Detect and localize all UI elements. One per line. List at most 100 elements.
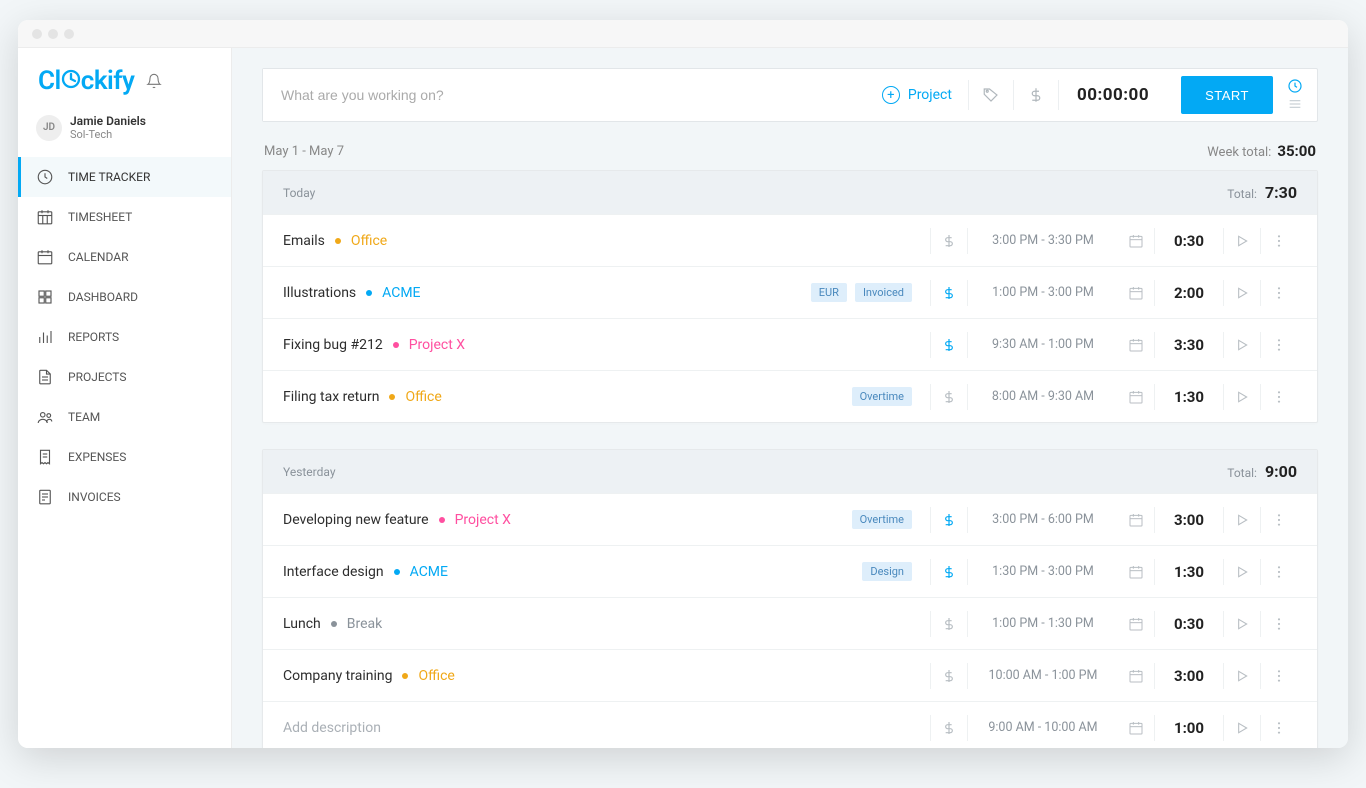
traffic-light-close[interactable] xyxy=(32,29,42,39)
sidebar-item-time-tracker[interactable]: TIME TRACKER xyxy=(18,157,231,197)
tag-icon[interactable] xyxy=(969,86,1013,104)
time-entry[interactable]: Add description 9:00 AM - 10:00 AM 1:00 xyxy=(263,701,1317,748)
entry-time-range[interactable]: 9:00 AM - 10:00 AM xyxy=(968,720,1118,735)
date-picker-icon[interactable] xyxy=(1118,512,1154,528)
entry-duration[interactable]: 3:00 xyxy=(1155,511,1223,529)
entry-description-placeholder[interactable]: Add description xyxy=(283,720,381,736)
tracker-input[interactable] xyxy=(263,69,866,121)
billable-icon[interactable] xyxy=(931,389,967,405)
play-icon[interactable] xyxy=(1224,720,1260,736)
time-entry[interactable]: Emails Office 3:00 PM - 3:30 PM 0:30 xyxy=(263,214,1317,266)
entry-duration[interactable]: 3:00 xyxy=(1155,667,1223,685)
entry-time-range[interactable]: 1:00 PM - 3:00 PM xyxy=(968,285,1118,300)
billable-icon[interactable] xyxy=(1014,86,1058,104)
entry-time-range[interactable]: 1:30 PM - 3:00 PM xyxy=(968,564,1118,579)
time-entry[interactable]: Interface designACMEDesign1:30 PM - 3:00… xyxy=(263,545,1317,597)
entry-project[interactable]: Office xyxy=(351,233,387,249)
play-icon[interactable] xyxy=(1224,512,1260,528)
entry-time-range[interactable]: 8:00 AM - 9:30 AM xyxy=(968,389,1118,404)
entry-project[interactable]: ACME xyxy=(410,564,448,580)
play-icon[interactable] xyxy=(1224,389,1260,405)
time-entry[interactable]: IllustrationsACMEEURInvoiced1:00 PM - 3:… xyxy=(263,266,1317,318)
more-options-icon[interactable] xyxy=(1261,616,1297,632)
notifications-icon[interactable] xyxy=(146,73,162,89)
billable-icon[interactable] xyxy=(931,564,967,580)
entry-time-range[interactable]: 10:00 AM - 1:00 PM xyxy=(968,668,1118,683)
more-options-icon[interactable] xyxy=(1261,668,1297,684)
entry-description[interactable]: Filing tax return xyxy=(283,389,379,405)
entry-project[interactable]: Project X xyxy=(409,337,465,353)
sidebar-item-expenses[interactable]: EXPENSES xyxy=(18,437,231,477)
entry-duration[interactable]: 2:00 xyxy=(1155,284,1223,302)
entry-duration[interactable]: 0:30 xyxy=(1155,615,1223,633)
more-options-icon[interactable] xyxy=(1261,233,1297,249)
billable-icon[interactable] xyxy=(931,616,967,632)
billable-icon[interactable] xyxy=(931,337,967,353)
date-picker-icon[interactable] xyxy=(1118,389,1154,405)
play-icon[interactable] xyxy=(1224,337,1260,353)
billable-icon[interactable] xyxy=(931,512,967,528)
sidebar-item-calendar[interactable]: CALENDAR xyxy=(18,237,231,277)
billable-icon[interactable] xyxy=(931,720,967,736)
play-icon[interactable] xyxy=(1224,616,1260,632)
entry-project[interactable]: Office xyxy=(418,668,454,684)
entry-time-range[interactable]: 1:00 PM - 1:30 PM xyxy=(968,616,1118,631)
entry-description[interactable]: Fixing bug #212 xyxy=(283,337,383,353)
entry-duration[interactable]: 3:30 xyxy=(1155,336,1223,354)
more-options-icon[interactable] xyxy=(1261,564,1297,580)
start-button[interactable]: START xyxy=(1181,76,1273,114)
more-options-icon[interactable] xyxy=(1261,720,1297,736)
timer-mode-icon[interactable] xyxy=(1287,78,1303,94)
date-picker-icon[interactable] xyxy=(1118,564,1154,580)
user-block[interactable]: JD Jamie Daniels Sol-Tech xyxy=(18,114,231,153)
entry-project[interactable]: Project X xyxy=(455,512,511,528)
time-entry[interactable]: Developing new featureProject XOvertime3… xyxy=(263,493,1317,545)
date-picker-icon[interactable] xyxy=(1118,616,1154,632)
traffic-light-min[interactable] xyxy=(48,29,58,39)
entry-description[interactable]: Company training xyxy=(283,668,392,684)
more-options-icon[interactable] xyxy=(1261,285,1297,301)
entry-project[interactable]: Break xyxy=(347,616,382,632)
more-options-icon[interactable] xyxy=(1261,389,1297,405)
billable-icon[interactable] xyxy=(931,233,967,249)
date-picker-icon[interactable] xyxy=(1118,720,1154,736)
sidebar-item-reports[interactable]: REPORTS xyxy=(18,317,231,357)
time-entry[interactable]: Company training Office 10:00 AM - 1:00 PM… xyxy=(263,649,1317,701)
date-picker-icon[interactable] xyxy=(1118,337,1154,353)
entry-duration[interactable]: 1:30 xyxy=(1155,388,1223,406)
entry-time-range[interactable]: 3:00 PM - 6:00 PM xyxy=(968,512,1118,527)
entry-description[interactable]: Interface design xyxy=(283,564,384,580)
entry-duration[interactable]: 1:30 xyxy=(1155,563,1223,581)
date-picker-icon[interactable] xyxy=(1118,668,1154,684)
entry-project[interactable]: ACME xyxy=(382,285,420,301)
entry-description[interactable]: Lunch xyxy=(283,616,321,632)
play-icon[interactable] xyxy=(1224,668,1260,684)
entry-description[interactable]: Emails xyxy=(283,233,325,249)
entry-duration[interactable]: 0:30 xyxy=(1155,232,1223,250)
sidebar-item-timesheet[interactable]: TIMESHEET xyxy=(18,197,231,237)
manual-mode-icon[interactable] xyxy=(1287,96,1303,112)
date-picker-icon[interactable] xyxy=(1118,233,1154,249)
play-icon[interactable] xyxy=(1224,285,1260,301)
entry-time-range[interactable]: 3:00 PM - 3:30 PM xyxy=(968,233,1118,248)
time-entry[interactable]: Fixing bug #212 Project X 9:30 AM - 1:00 P… xyxy=(263,318,1317,370)
traffic-light-max[interactable] xyxy=(64,29,74,39)
more-options-icon[interactable] xyxy=(1261,512,1297,528)
entry-description[interactable]: Developing new feature xyxy=(283,512,429,528)
date-picker-icon[interactable] xyxy=(1118,285,1154,301)
entry-project[interactable]: Office xyxy=(405,389,441,405)
billable-icon[interactable] xyxy=(931,285,967,301)
play-icon[interactable] xyxy=(1224,233,1260,249)
sidebar-item-dashboard[interactable]: DASHBOARD xyxy=(18,277,231,317)
entry-time-range[interactable]: 9:30 AM - 1:00 PM xyxy=(968,337,1118,352)
project-button[interactable]: + Project xyxy=(866,86,968,104)
play-icon[interactable] xyxy=(1224,564,1260,580)
entry-duration[interactable]: 1:00 xyxy=(1155,719,1223,737)
sidebar-item-projects[interactable]: PROJECTS xyxy=(18,357,231,397)
time-entry[interactable]: Lunch Break 1:00 PM - 1:30 PM 0:30 xyxy=(263,597,1317,649)
entry-description[interactable]: Illustrations xyxy=(283,285,356,301)
sidebar-item-team[interactable]: TEAM xyxy=(18,397,231,437)
more-options-icon[interactable] xyxy=(1261,337,1297,353)
sidebar-item-invoices[interactable]: INVOICES xyxy=(18,477,231,517)
time-entry[interactable]: Filing tax returnOfficeOvertime8:00 AM -… xyxy=(263,370,1317,422)
